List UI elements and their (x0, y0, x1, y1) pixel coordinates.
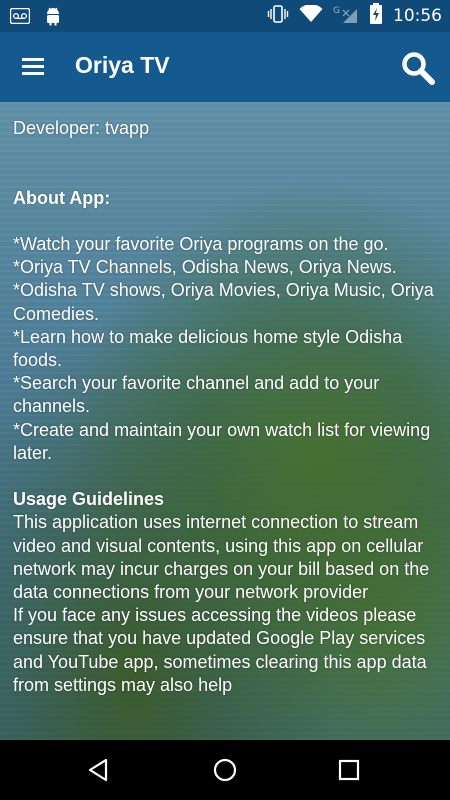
about-item: *Search your favorite channel and add to… (13, 373, 380, 417)
back-icon[interactable] (82, 754, 114, 786)
svg-text:G: G (333, 6, 340, 16)
battery-charging-icon (369, 3, 383, 29)
hamburger-menu-icon[interactable] (18, 52, 48, 82)
status-bar: G 10:56 (0, 0, 450, 32)
about-item: *Create and maintain your own watch list… (13, 419, 431, 463)
search-icon[interactable] (400, 50, 436, 86)
recents-icon[interactable] (333, 754, 365, 786)
wifi-icon (299, 4, 323, 27)
about-item: *Odisha TV shows, Oriya Movies, Oriya Mu… (13, 280, 434, 324)
app-title: Oriya TV (75, 52, 170, 78)
android-icon (44, 6, 62, 30)
usage-paragraph: This application uses internet connectio… (13, 512, 430, 602)
about-item: *Watch your favorite Oriya programs on t… (13, 233, 389, 254)
about-item: *Oriya TV Channels, Odisha News, Oriya N… (13, 257, 397, 278)
developer-text: Developer: tvapp (13, 118, 150, 138)
app-bar: Oriya TV (0, 32, 450, 102)
navigation-bar (0, 740, 450, 800)
about-item: *Learn how to make delicious home style … (13, 326, 403, 370)
home-icon[interactable] (209, 754, 241, 786)
usage-heading: Usage Guidelines (13, 489, 165, 510)
voicemail-icon (9, 7, 31, 28)
signal-icon: G (333, 4, 359, 28)
about-heading: About App: (13, 187, 111, 208)
clock: 10:56 (393, 6, 442, 26)
vibrate-icon (267, 5, 289, 27)
usage-paragraph: If you face any issues accessing the vid… (13, 605, 427, 695)
app-info-text: Developer: tvapp About App: *Watch your … (13, 117, 443, 697)
app-info-content[interactable]: Developer: tvapp About App: *Watch your … (0, 102, 450, 740)
